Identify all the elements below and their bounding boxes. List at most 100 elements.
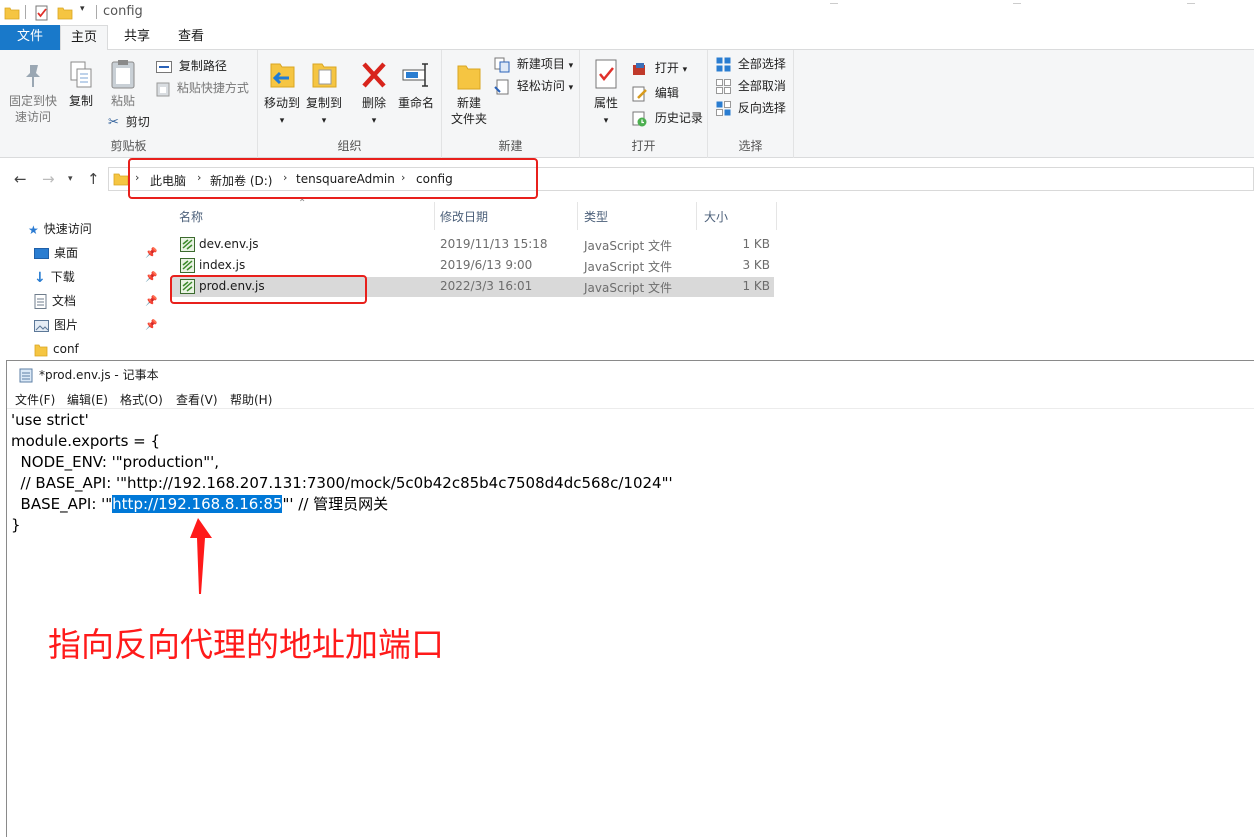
- window-title: config: [103, 4, 143, 19]
- cut-button[interactable]: ✂ 剪切: [108, 112, 150, 132]
- column-header-name[interactable]: 名称: [179, 208, 203, 225]
- nav-label: 图片: [54, 318, 79, 332]
- organize-group-label: 组织: [337, 139, 362, 153]
- divider: [830, 3, 838, 4]
- menu-format[interactable]: 格式(O): [120, 391, 163, 408]
- tab-file[interactable]: 文件: [0, 25, 60, 50]
- divider: [434, 202, 435, 230]
- nav-item-conf[interactable]: conf: [34, 338, 79, 360]
- new-folder-icon[interactable]: [57, 5, 73, 21]
- paste-label: 粘贴: [110, 94, 135, 108]
- paste-button[interactable]: 粘贴: [104, 58, 142, 109]
- forward-arrow-icon[interactable]: →: [42, 170, 55, 188]
- copy-to-button[interactable]: 复制到 ▾: [304, 58, 344, 129]
- nav-item-documents[interactable]: 文档: [34, 290, 76, 312]
- select-none-label: 全部取消: [737, 79, 786, 93]
- new-folder-label-1: 新建: [456, 96, 481, 110]
- selected-text: http://192.168.8.16:85: [112, 495, 283, 513]
- code-line: 'use strict': [11, 411, 89, 429]
- tab-home[interactable]: 主页: [60, 25, 108, 51]
- customize-toolbar-icon[interactable]: ▾: [80, 4, 96, 20]
- history-button[interactable]: 历史记录: [632, 108, 703, 128]
- delete-button[interactable]: 删除 ▾: [354, 58, 394, 129]
- copy-button[interactable]: 复制: [62, 60, 100, 109]
- delete-icon: [362, 62, 386, 88]
- invert-selection-button[interactable]: 反向选择: [716, 98, 786, 118]
- copy-path-icon: [156, 60, 172, 73]
- notepad-title: *prod.env.js - 记事本: [39, 368, 159, 382]
- scissors-icon: ✂: [108, 114, 119, 130]
- menu-file[interactable]: 文件(F): [15, 391, 55, 408]
- file-date: 2022/3/3 16:01: [440, 279, 533, 293]
- file-name-cell: index.js: [180, 258, 245, 273]
- properties-label: 属性: [593, 96, 618, 110]
- table-row[interactable]: dev.env.js 2019/11/13 15:18 JavaScript 文…: [170, 235, 774, 255]
- file-date: 2019/11/13 15:18: [440, 237, 548, 251]
- file-date: 2019/6/13 9:00: [440, 258, 533, 272]
- tab-share[interactable]: 共享: [114, 25, 160, 50]
- easy-access-button[interactable]: 轻松访问 ▾: [494, 76, 573, 96]
- paste-shortcut-icon: [156, 82, 170, 96]
- code-line: // BASE_API: '"http://192.168.207.131:73…: [11, 474, 673, 492]
- menu-edit[interactable]: 编辑(E): [67, 391, 108, 408]
- open-icon: [633, 62, 645, 75]
- file-type: JavaScript 文件: [584, 281, 672, 295]
- divider: [96, 5, 97, 19]
- notepad-menu-bar: 文件(F) 编辑(E) 格式(O) 查看(V) 帮助(H): [7, 388, 1254, 409]
- select-all-label: 全部选择: [737, 57, 786, 71]
- star-icon: ★: [28, 222, 39, 237]
- new-folder-icon: [457, 65, 481, 90]
- nav-item-quick-access[interactable]: ★ 快速访问: [28, 218, 92, 240]
- desktop-icon: [34, 247, 49, 259]
- divider: [577, 202, 578, 230]
- recent-locations-icon[interactable]: ▾: [68, 174, 73, 184]
- menu-help[interactable]: 帮助(H): [230, 391, 272, 408]
- code-text: "' // 管理员网关: [282, 495, 389, 513]
- new-item-icon: [494, 57, 510, 72]
- download-icon: ↓: [34, 269, 46, 286]
- move-to-button[interactable]: 移动到 ▾: [262, 58, 302, 129]
- open-button[interactable]: 打开 ▾: [632, 58, 687, 78]
- pin-icon[interactable]: 📌: [145, 320, 157, 331]
- new-item-label: 新建项目: [516, 57, 565, 71]
- column-header-size[interactable]: 大小: [704, 208, 728, 225]
- rename-label: 重命名: [397, 96, 434, 110]
- nav-item-desktop[interactable]: 桌面: [34, 242, 78, 264]
- pin-icon[interactable]: 📌: [145, 248, 157, 259]
- pin-quick-access-button[interactable]: 固定到快 速访问: [6, 62, 60, 125]
- column-header-date[interactable]: 修改日期: [440, 208, 488, 225]
- new-item-button[interactable]: 新建项目 ▾: [494, 54, 573, 74]
- select-none-button[interactable]: 全部取消: [716, 76, 786, 96]
- back-arrow-icon[interactable]: ←: [14, 170, 27, 188]
- picture-icon: [34, 319, 49, 332]
- new-folder-button[interactable]: 新建 文件夹: [448, 58, 490, 127]
- edit-icon: [632, 86, 647, 101]
- menu-view[interactable]: 查看(V): [176, 391, 218, 408]
- divider: [1187, 3, 1195, 4]
- paste-shortcut-button[interactable]: 粘贴快捷方式: [156, 78, 249, 98]
- rename-button[interactable]: 重命名: [394, 58, 438, 111]
- pin-icon[interactable]: 📌: [145, 296, 157, 307]
- nav-label: 快速访问: [43, 222, 92, 236]
- divider: [696, 202, 697, 230]
- up-arrow-icon[interactable]: ↑: [87, 170, 100, 188]
- file-name-cell: dev.env.js: [180, 237, 259, 252]
- properties-icon[interactable]: [34, 5, 50, 21]
- file-type: JavaScript 文件: [584, 239, 672, 253]
- select-all-button[interactable]: 全部选择: [716, 54, 786, 74]
- tab-view[interactable]: 查看: [168, 25, 214, 50]
- select-group-label: 选择: [738, 139, 763, 153]
- pin-icon[interactable]: 📌: [145, 272, 157, 283]
- properties-button[interactable]: 属性 ▾: [588, 58, 624, 129]
- sort-ascending-icon: ⌃: [298, 198, 307, 209]
- column-header-type[interactable]: 类型: [584, 208, 608, 225]
- nav-item-downloads[interactable]: ↓ 下载: [34, 266, 75, 288]
- js-file-icon: [180, 237, 195, 252]
- code-line: }: [11, 516, 21, 534]
- select-all-icon: [716, 57, 731, 72]
- edit-button[interactable]: 编辑: [632, 83, 679, 103]
- nav-item-pictures[interactable]: 图片: [34, 314, 78, 336]
- copy-path-button[interactable]: 复制路径: [156, 56, 227, 76]
- table-row[interactable]: index.js 2019/6/13 9:00 JavaScript 文件 3 …: [170, 256, 774, 276]
- easy-access-label: 轻松访问: [516, 79, 565, 93]
